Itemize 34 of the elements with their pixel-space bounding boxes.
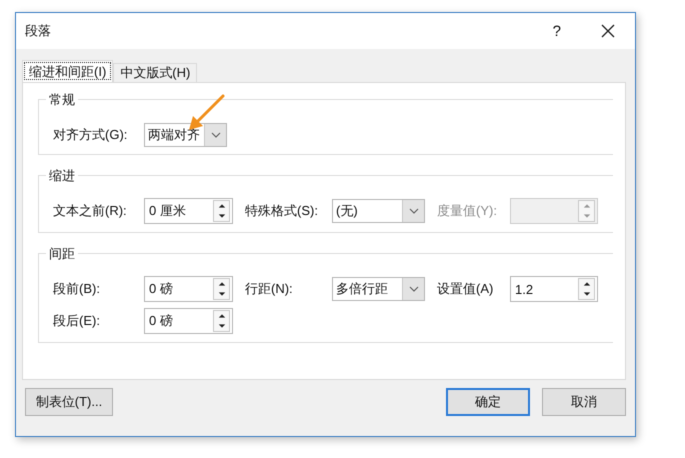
tabs-button[interactable]: 制表位(T)...: [25, 388, 113, 416]
tab[interactable]: 缩进和间距(I): [22, 60, 114, 82]
window-title: 段落: [25, 22, 52, 40]
field-label: 段前(B):: [53, 280, 101, 298]
help-button[interactable]: ?: [552, 22, 561, 40]
spin-buttons[interactable]: [213, 278, 230, 300]
spin-buttons[interactable]: [213, 310, 230, 332]
cancel-button[interactable]: 取消: [542, 388, 626, 416]
spin-buttons[interactable]: [578, 278, 595, 300]
dropdown[interactable]: 多倍行距: [332, 277, 425, 301]
spin-field[interactable]: 0 厘米: [144, 198, 233, 224]
spin-field[interactable]: 0 磅: [144, 308, 233, 334]
group-title: 缩进: [46, 168, 78, 184]
field-label: 特殊格式(S):: [245, 202, 319, 220]
field-label: 设置值(A): [437, 280, 494, 298]
field-label: 文本之前(R):: [53, 202, 128, 220]
close-icon[interactable]: [601, 24, 615, 38]
field-label: 行距(N):: [245, 280, 294, 298]
tab[interactable]: 中文版式(H): [113, 63, 198, 82]
field-label: 度量值(Y):: [437, 202, 498, 220]
spin-field[interactable]: 0 磅: [144, 276, 233, 302]
chevron-icon: [210, 132, 220, 138]
field-label: 段后(E):: [53, 312, 101, 330]
chevron-icon: [408, 208, 418, 214]
dropdown[interactable]: 两端对齐: [144, 123, 227, 147]
spin-buttons[interactable]: [213, 200, 230, 222]
spin-field[interactable]: 1.2: [510, 276, 598, 302]
field-label: 对齐方式(G):: [53, 126, 128, 144]
chevron-icon: [408, 286, 418, 292]
group-title: 常规: [46, 92, 78, 108]
spin-field[interactable]: [510, 198, 598, 224]
group-title: 间距: [46, 246, 78, 262]
dropdown[interactable]: (无): [332, 199, 425, 223]
ok-button[interactable]: 确定: [446, 388, 530, 416]
